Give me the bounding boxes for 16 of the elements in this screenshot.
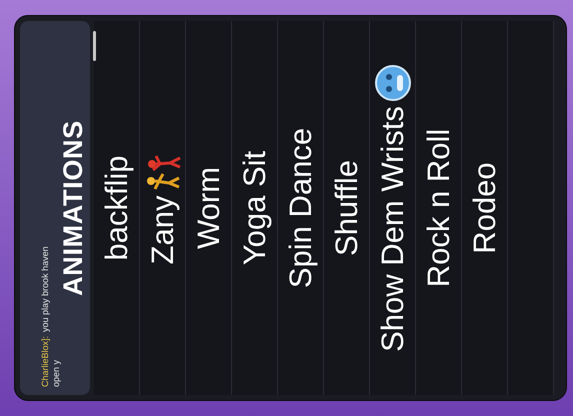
panel-title: ANIMATIONS — [58, 119, 88, 298]
animation-item[interactable]: Rock n Roll — [416, 21, 462, 395]
animation-item[interactable]: Yoga Sit — [232, 21, 278, 395]
animation-item[interactable] — [508, 21, 554, 395]
face-badge-icon — [374, 64, 412, 102]
animation-item[interactable]: Worm — [186, 21, 232, 395]
chat-message: open y — [51, 360, 62, 387]
animation-item[interactable]: Show Dem Wrists — [370, 21, 416, 395]
animation-item[interactable]: Shuffle — [324, 21, 370, 395]
animation-item[interactable]: Spin Dance — [278, 21, 324, 395]
chat-message: you play brook haven — [40, 246, 51, 332]
animation-item[interactable]: Rodeo — [462, 21, 508, 395]
scroll-handle — [93, 31, 96, 61]
animation-item[interactable]: backflip — [94, 21, 140, 395]
chat-username: CharlieBlox]: — [40, 336, 51, 387]
animation-item[interactable]: Zany — [140, 21, 186, 395]
